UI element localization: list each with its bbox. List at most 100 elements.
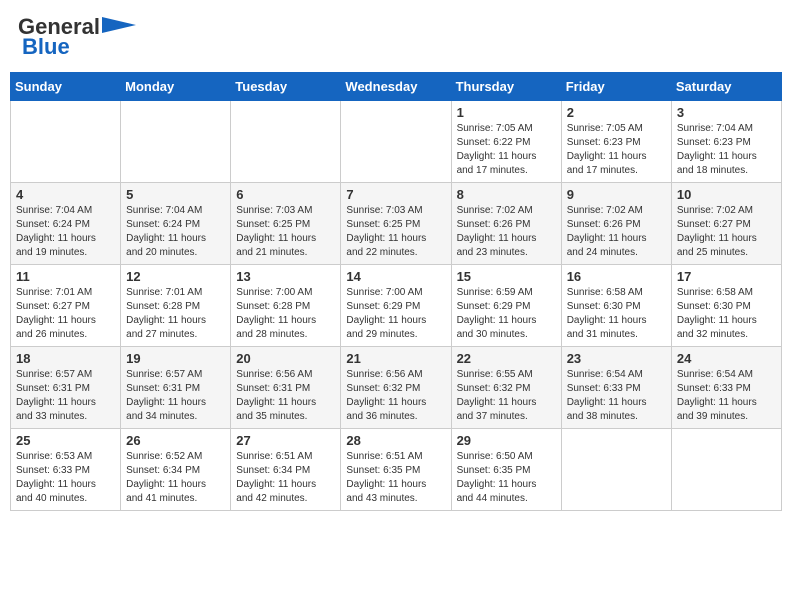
day-number: 22 [457, 351, 556, 366]
logo: General Blue [18, 14, 136, 60]
calendar-cell: 23 Sunrise: 6:54 AM Sunset: 6:33 PM Dayli… [561, 347, 671, 429]
day-info: Sunrise: 7:04 AM Sunset: 6:24 PM Dayligh… [126, 204, 225, 260]
day-info: Sunrise: 6:58 AM Sunset: 6:30 PM Dayligh… [567, 286, 666, 342]
day-number: 7 [346, 187, 445, 202]
calendar-cell: 9 Sunrise: 7:02 AM Sunset: 6:26 PM Daylig… [561, 183, 671, 265]
day-number: 27 [236, 433, 335, 448]
day-info: Sunrise: 6:59 AM Sunset: 6:29 PM Dayligh… [457, 286, 556, 342]
day-number: 18 [16, 351, 115, 366]
day-info: Sunrise: 7:01 AM Sunset: 6:28 PM Dayligh… [126, 286, 225, 342]
weekday-header-sunday: Sunday [11, 73, 121, 101]
calendar-cell [561, 429, 671, 511]
calendar-cell [231, 101, 341, 183]
day-info: Sunrise: 7:01 AM Sunset: 6:27 PM Dayligh… [16, 286, 115, 342]
day-info: Sunrise: 6:57 AM Sunset: 6:31 PM Dayligh… [126, 368, 225, 424]
day-info: Sunrise: 7:00 AM Sunset: 6:29 PM Dayligh… [346, 286, 445, 342]
day-number: 19 [126, 351, 225, 366]
day-number: 10 [677, 187, 776, 202]
day-info: Sunrise: 6:50 AM Sunset: 6:35 PM Dayligh… [457, 450, 556, 506]
calendar-week-row: 1Sunrise: 7:05 AM Sunset: 6:22 PM Daylig… [11, 101, 782, 183]
calendar-cell: 12 Sunrise: 7:01 AM Sunset: 6:28 PM Dayli… [121, 265, 231, 347]
day-info: Sunrise: 7:04 AM Sunset: 6:23 PM Dayligh… [677, 122, 776, 178]
calendar-cell: 28 Sunrise: 6:51 AM Sunset: 6:35 PM Dayli… [341, 429, 451, 511]
calendar-cell [121, 101, 231, 183]
calendar-cell: 22 Sunrise: 6:55 AM Sunset: 6:32 PM Dayli… [451, 347, 561, 429]
calendar-cell: 4 Sunrise: 7:04 AM Sunset: 6:24 PM Daylig… [11, 183, 121, 265]
logo-flag-icon [102, 17, 136, 37]
day-number: 12 [126, 269, 225, 284]
calendar-cell: 20 Sunrise: 6:56 AM Sunset: 6:31 PM Dayli… [231, 347, 341, 429]
day-info: Sunrise: 6:56 AM Sunset: 6:32 PM Dayligh… [346, 368, 445, 424]
day-number: 28 [346, 433, 445, 448]
day-number: 23 [567, 351, 666, 366]
weekday-header-tuesday: Tuesday [231, 73, 341, 101]
day-info: Sunrise: 6:54 AM Sunset: 6:33 PM Dayligh… [677, 368, 776, 424]
day-number: 17 [677, 269, 776, 284]
day-info: Sunrise: 7:02 AM Sunset: 6:26 PM Dayligh… [457, 204, 556, 260]
day-number: 8 [457, 187, 556, 202]
calendar-cell: 18 Sunrise: 6:57 AM Sunset: 6:31 PM Dayli… [11, 347, 121, 429]
calendar-cell: 3 Sunrise: 7:04 AM Sunset: 6:23 PM Daylig… [671, 101, 781, 183]
day-info: Sunrise: 6:53 AM Sunset: 6:33 PM Dayligh… [16, 450, 115, 506]
day-info: Sunrise: 6:56 AM Sunset: 6:31 PM Dayligh… [236, 368, 335, 424]
day-number: 15 [457, 269, 556, 284]
day-info: Sunrise: 7:04 AM Sunset: 6:24 PM Dayligh… [16, 204, 115, 260]
calendar-cell [11, 101, 121, 183]
day-number: 2 [567, 105, 666, 120]
day-number: 25 [16, 433, 115, 448]
day-info: Sunrise: 7:02 AM Sunset: 6:26 PM Dayligh… [567, 204, 666, 260]
day-info: Sunrise: 6:51 AM Sunset: 6:34 PM Dayligh… [236, 450, 335, 506]
calendar-cell: 14 Sunrise: 7:00 AM Sunset: 6:29 PM Dayli… [341, 265, 451, 347]
calendar-cell: 1Sunrise: 7:05 AM Sunset: 6:22 PM Daylig… [451, 101, 561, 183]
weekday-header-friday: Friday [561, 73, 671, 101]
weekday-header-wednesday: Wednesday [341, 73, 451, 101]
calendar-cell: 26 Sunrise: 6:52 AM Sunset: 6:34 PM Dayli… [121, 429, 231, 511]
day-info: Sunrise: 6:51 AM Sunset: 6:35 PM Dayligh… [346, 450, 445, 506]
day-number: 5 [126, 187, 225, 202]
day-number: 4 [16, 187, 115, 202]
calendar-cell: 2 Sunrise: 7:05 AM Sunset: 6:23 PM Daylig… [561, 101, 671, 183]
calendar-cell: 5 Sunrise: 7:04 AM Sunset: 6:24 PM Daylig… [121, 183, 231, 265]
calendar-table: SundayMondayTuesdayWednesdayThursdayFrid… [10, 72, 782, 511]
calendar-cell: 29 Sunrise: 6:50 AM Sunset: 6:35 PM Dayli… [451, 429, 561, 511]
calendar-week-row: 11 Sunrise: 7:01 AM Sunset: 6:27 PM Dayli… [11, 265, 782, 347]
day-number: 9 [567, 187, 666, 202]
day-info: Sunrise: 7:02 AM Sunset: 6:27 PM Dayligh… [677, 204, 776, 260]
calendar-cell: 24 Sunrise: 6:54 AM Sunset: 6:33 PM Dayli… [671, 347, 781, 429]
calendar-cell: 21 Sunrise: 6:56 AM Sunset: 6:32 PM Dayli… [341, 347, 451, 429]
calendar-cell: 27 Sunrise: 6:51 AM Sunset: 6:34 PM Dayli… [231, 429, 341, 511]
day-info: Sunrise: 6:58 AM Sunset: 6:30 PM Dayligh… [677, 286, 776, 342]
day-number: 21 [346, 351, 445, 366]
page-header: General Blue [10, 10, 782, 64]
calendar-cell [341, 101, 451, 183]
day-number: 6 [236, 187, 335, 202]
logo-blue: Blue [22, 34, 70, 60]
day-number: 24 [677, 351, 776, 366]
day-number: 16 [567, 269, 666, 284]
day-number: 29 [457, 433, 556, 448]
weekday-header-saturday: Saturday [671, 73, 781, 101]
calendar-cell: 7Sunrise: 7:03 AM Sunset: 6:25 PM Daylig… [341, 183, 451, 265]
day-info: Sunrise: 7:05 AM Sunset: 6:22 PM Dayligh… [457, 122, 556, 178]
day-number: 20 [236, 351, 335, 366]
calendar-cell: 10 Sunrise: 7:02 AM Sunset: 6:27 PM Dayli… [671, 183, 781, 265]
day-number: 3 [677, 105, 776, 120]
calendar-cell: 8 Sunrise: 7:02 AM Sunset: 6:26 PM Daylig… [451, 183, 561, 265]
day-info: Sunrise: 7:05 AM Sunset: 6:23 PM Dayligh… [567, 122, 666, 178]
calendar-week-row: 25 Sunrise: 6:53 AM Sunset: 6:33 PM Dayli… [11, 429, 782, 511]
day-info: Sunrise: 6:55 AM Sunset: 6:32 PM Dayligh… [457, 368, 556, 424]
calendar-week-row: 18 Sunrise: 6:57 AM Sunset: 6:31 PM Dayli… [11, 347, 782, 429]
day-number: 26 [126, 433, 225, 448]
calendar-cell: 25 Sunrise: 6:53 AM Sunset: 6:33 PM Dayli… [11, 429, 121, 511]
day-info: Sunrise: 7:00 AM Sunset: 6:28 PM Dayligh… [236, 286, 335, 342]
day-info: Sunrise: 6:52 AM Sunset: 6:34 PM Dayligh… [126, 450, 225, 506]
day-number: 11 [16, 269, 115, 284]
calendar-cell: 6Sunrise: 7:03 AM Sunset: 6:25 PM Daylig… [231, 183, 341, 265]
calendar-cell: 15 Sunrise: 6:59 AM Sunset: 6:29 PM Dayli… [451, 265, 561, 347]
day-number: 14 [346, 269, 445, 284]
day-info: Sunrise: 6:54 AM Sunset: 6:33 PM Dayligh… [567, 368, 666, 424]
calendar-week-row: 4 Sunrise: 7:04 AM Sunset: 6:24 PM Daylig… [11, 183, 782, 265]
day-info: Sunrise: 6:57 AM Sunset: 6:31 PM Dayligh… [16, 368, 115, 424]
day-number: 13 [236, 269, 335, 284]
calendar-cell [671, 429, 781, 511]
